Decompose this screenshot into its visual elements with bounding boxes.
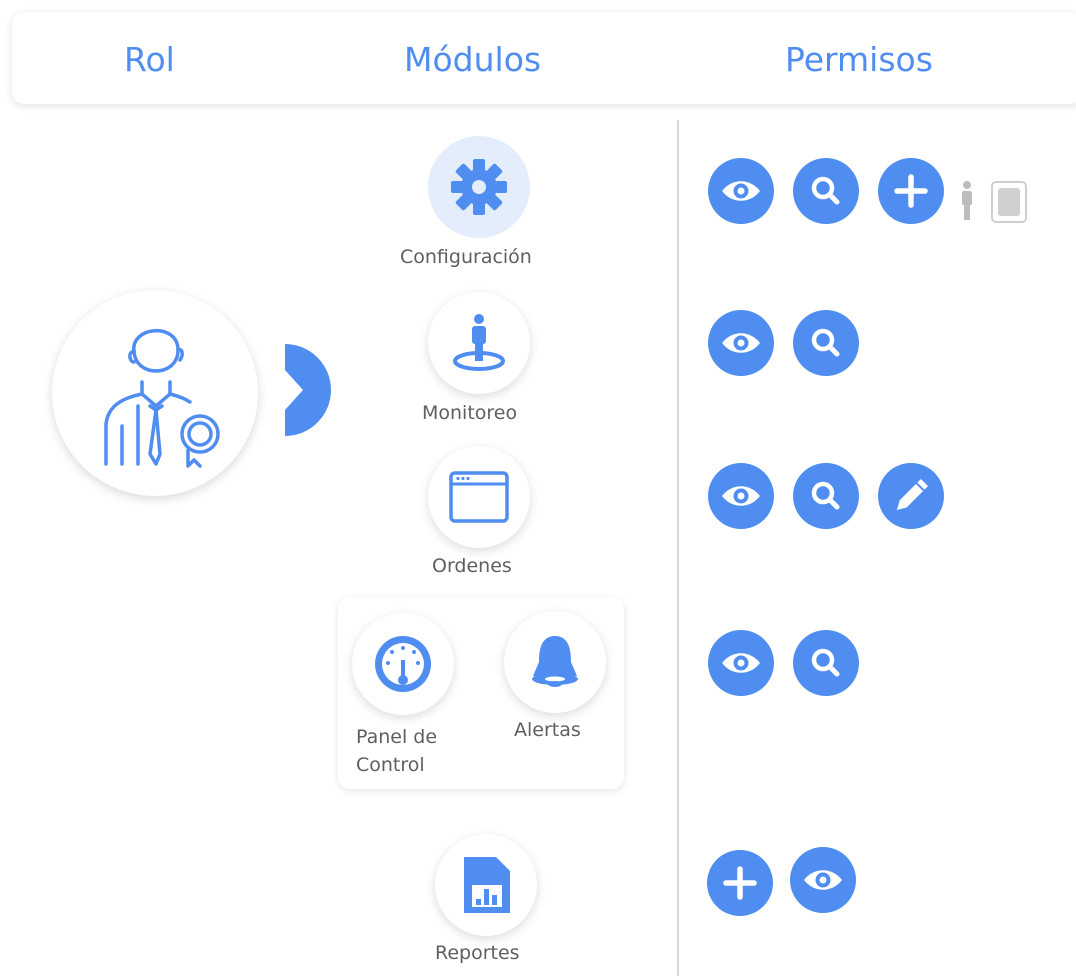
person-location-icon [453, 314, 505, 371]
module-alertas-button[interactable] [504, 611, 606, 713]
next-arrow-button[interactable] [285, 344, 331, 436]
permission-view-button[interactable] [708, 463, 774, 529]
permission-view-button[interactable] [790, 847, 856, 913]
search-icon [811, 481, 840, 510]
module-ordenes-button[interactable] [428, 446, 530, 548]
module-label: Panel de Control [356, 726, 438, 776]
permission-view-button[interactable] [708, 630, 774, 696]
report-chart-icon [464, 857, 510, 913]
user-badge-icon [104, 328, 220, 468]
eye-icon [722, 486, 760, 506]
module-configuracion-button[interactable] [428, 136, 530, 238]
search-icon [811, 648, 840, 677]
permission-search-button[interactable] [793, 463, 859, 529]
bell-icon [532, 636, 578, 687]
eye-icon [722, 181, 760, 201]
module-monitoreo-button[interactable] [428, 292, 530, 394]
dashboard-gauge-icon [375, 636, 431, 692]
eye-icon [722, 653, 760, 673]
module-panel-de-control-button[interactable] [352, 613, 454, 715]
module-label: Configuración [400, 246, 532, 268]
search-icon [811, 176, 840, 205]
permission-add-button[interactable] [878, 158, 944, 224]
tab-permisos[interactable]: Permisos [785, 40, 933, 79]
permission-search-button[interactable] [793, 630, 859, 696]
eye-icon [722, 333, 760, 353]
module-label: Reportes [435, 942, 520, 964]
role-avatar[interactable] [52, 290, 258, 496]
module-label: Alertas [514, 719, 581, 741]
column-divider [677, 120, 679, 976]
module-group-panel: Panel de Control Alertas [338, 597, 624, 789]
permission-view-button[interactable] [708, 310, 774, 376]
plus-icon [723, 866, 757, 900]
permission-add-button[interactable] [707, 850, 773, 916]
tab-modulos[interactable]: Módulos [404, 40, 541, 79]
permission-search-button[interactable] [793, 310, 859, 376]
plus-icon [894, 174, 928, 208]
gear-icon [451, 159, 507, 215]
permission-edit-button[interactable] [878, 463, 944, 529]
permission-view-button[interactable] [708, 158, 774, 224]
browser-window-icon [449, 471, 509, 523]
module-label: Ordenes [432, 555, 512, 577]
drag-hint-icon [958, 180, 1028, 226]
module-reportes-button[interactable] [435, 834, 537, 936]
search-icon [811, 328, 840, 357]
eye-icon [804, 870, 842, 890]
permission-search-button[interactable] [793, 158, 859, 224]
pencil-icon [896, 479, 928, 511]
module-label: Monitoreo [422, 402, 518, 424]
tab-rol[interactable]: Rol [124, 40, 175, 79]
header-tabs: Rol Módulos Permisos [12, 12, 1076, 104]
